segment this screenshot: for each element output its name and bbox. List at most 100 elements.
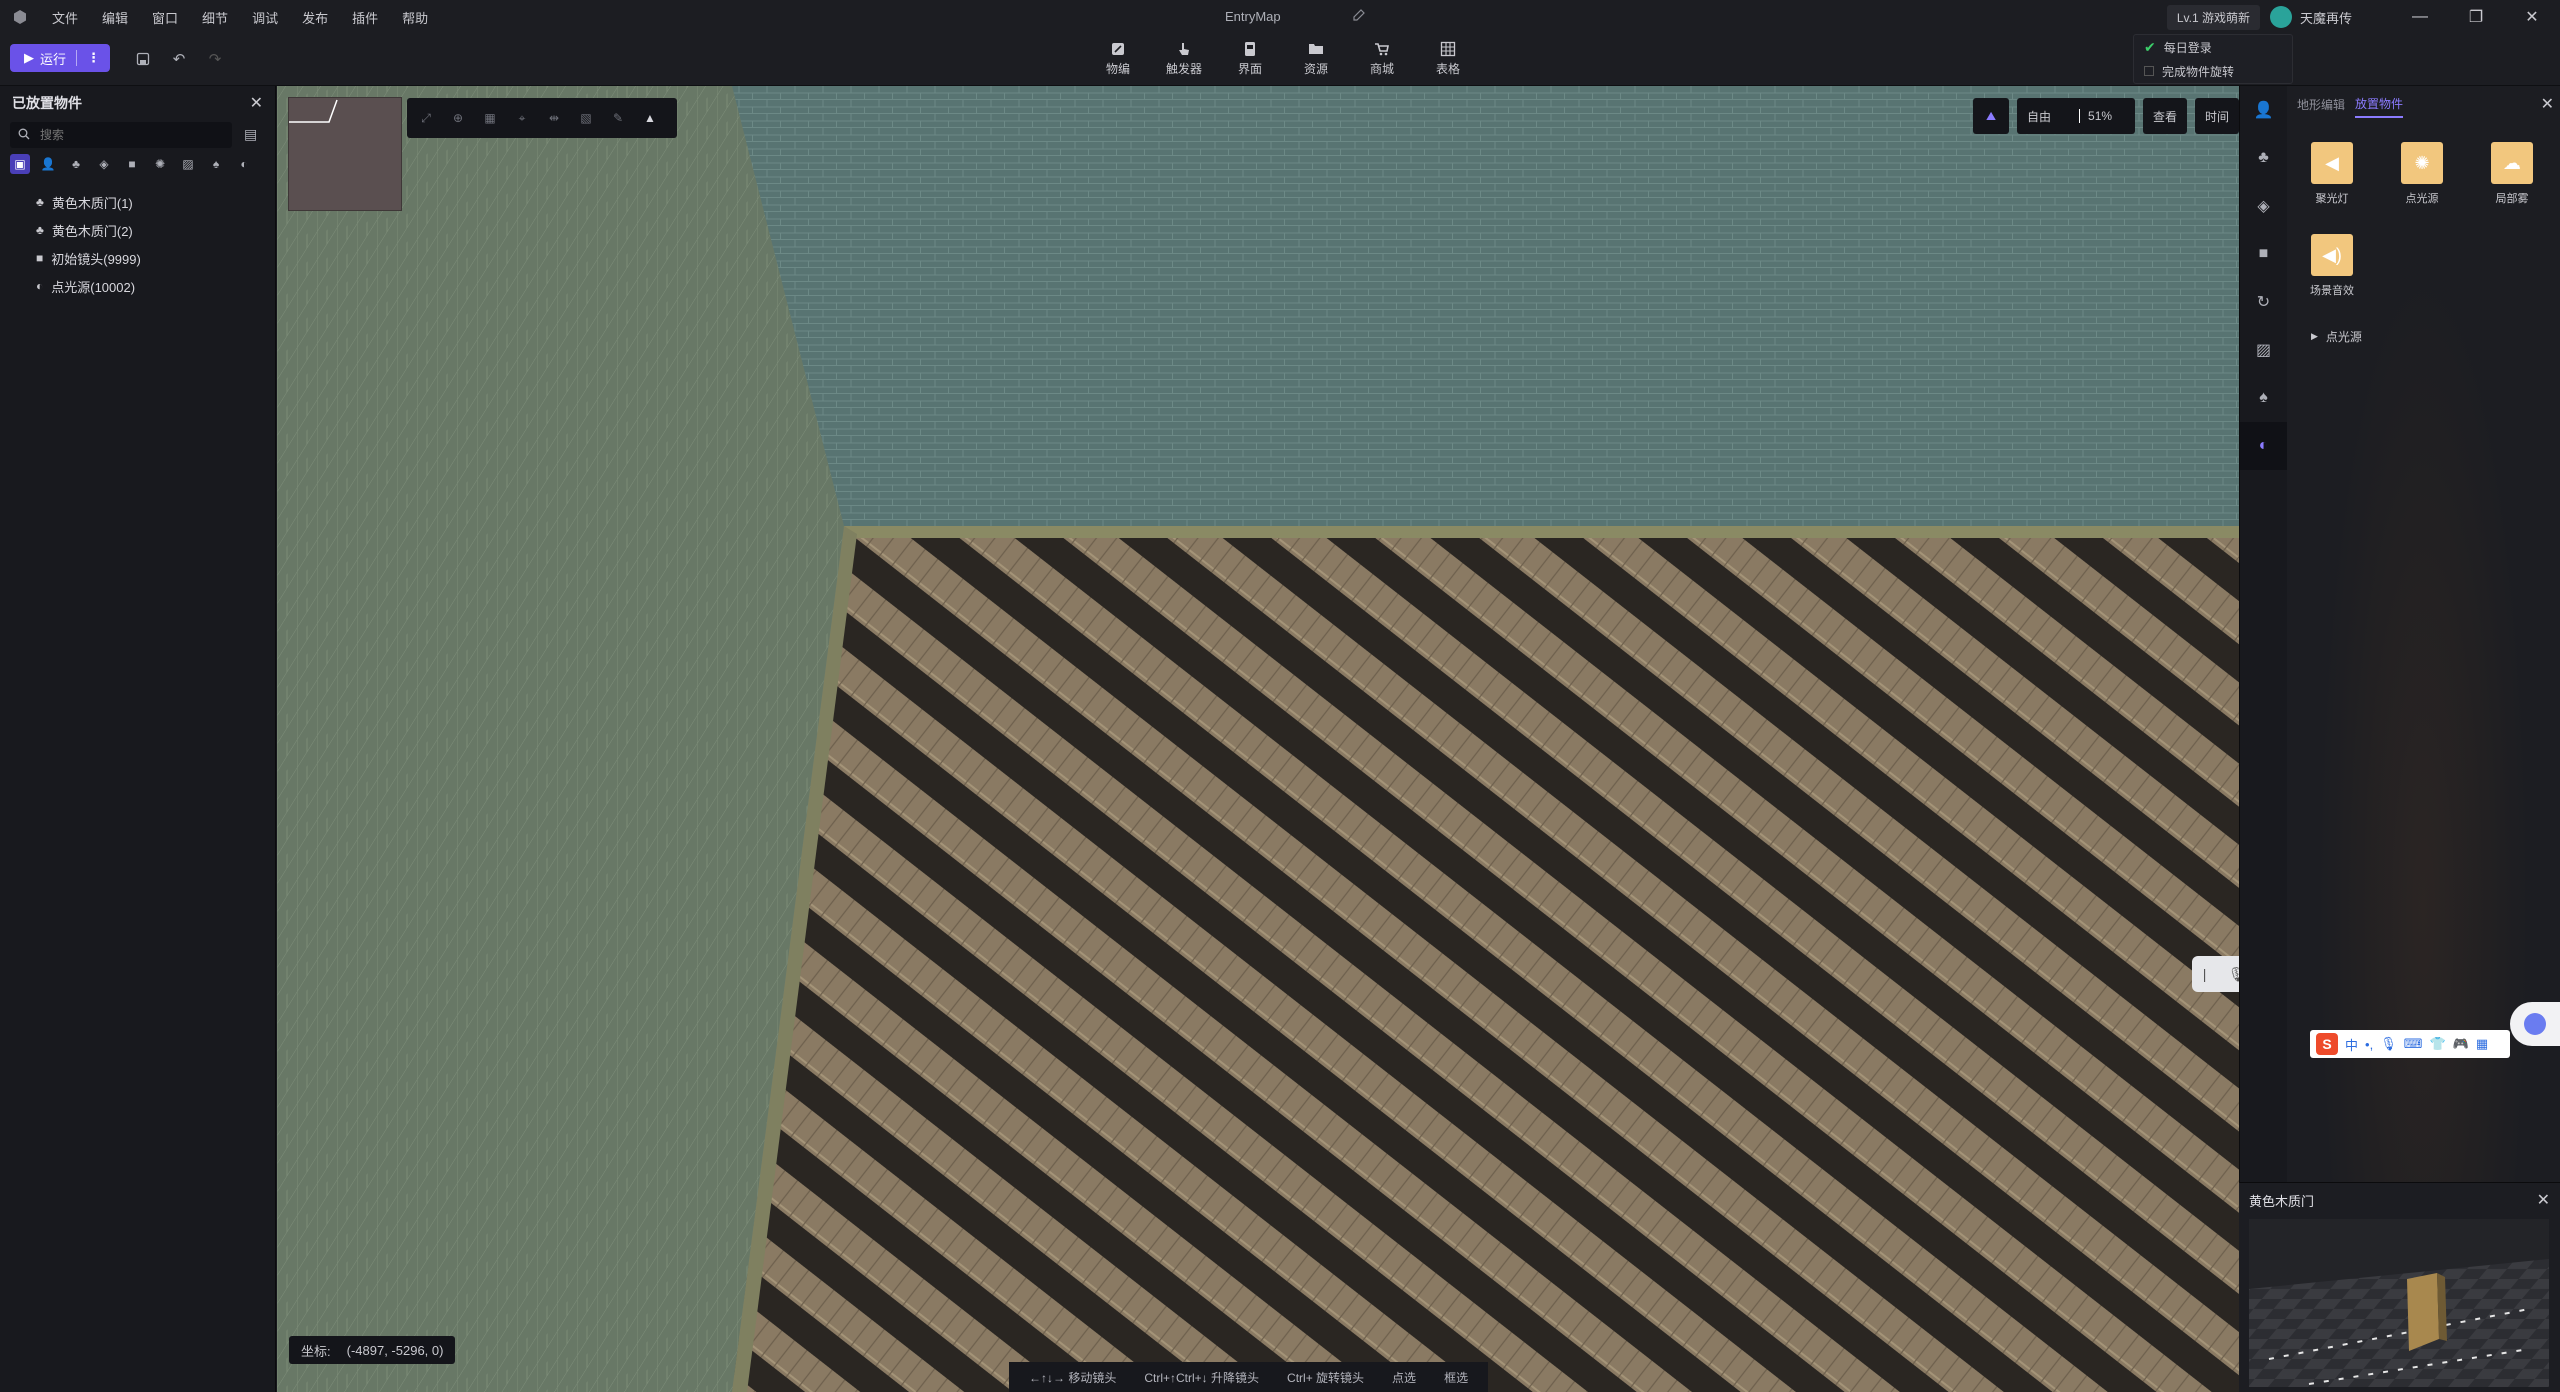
time-button[interactable]: 时间 <box>2195 98 2239 134</box>
filter-light-icon[interactable]: ✺ <box>150 154 170 174</box>
avatar[interactable] <box>2269 6 2292 28</box>
menu-plugins[interactable]: 插件 <box>340 8 390 27</box>
redo-icon[interactable]: ↷ <box>204 48 226 70</box>
ruler-icon[interactable]: ✎ <box>609 109 627 127</box>
edit-title-icon[interactable] <box>1352 8 1366 25</box>
menu-edit[interactable]: 编辑 <box>90 8 140 27</box>
menu-debug[interactable]: 调试 <box>240 8 290 27</box>
username[interactable]: 天魔再传 <box>2300 8 2352 27</box>
zoom-value: 51% <box>2088 109 2113 123</box>
region-icon[interactable]: ▧ <box>577 109 595 127</box>
filter-decor-icon[interactable]: ♠ <box>206 154 226 174</box>
search-input[interactable] <box>40 128 220 142</box>
tree-item[interactable]: ♣ 黄色木质门(2) <box>0 216 276 244</box>
scene-render <box>277 86 2239 1392</box>
view-button[interactable]: 查看 <box>2143 98 2187 134</box>
close-panel-icon[interactable]: ✕ <box>250 93 263 113</box>
fit-view-icon[interactable]: ⤢ <box>417 109 435 127</box>
panel-title: 已放置物件 <box>12 95 82 111</box>
filter-tree-icon[interactable]: ♣ <box>66 154 86 174</box>
filter-item-icon[interactable]: ◈ <box>94 154 114 174</box>
filter-sound-icon[interactable]: ◐ <box>234 154 254 174</box>
asset-local-fog[interactable]: ☁ 局部雾 <box>2467 142 2557 234</box>
preview-panel: 黄色木质门 ✕ <box>2239 1182 2560 1392</box>
daily-task-item[interactable]: ✔ 每日登录 <box>2134 35 2292 59</box>
align-icon[interactable]: ⇹ <box>545 109 563 127</box>
group-filter-icon[interactable]: ▤ <box>244 126 257 143</box>
menu-window[interactable]: 窗口 <box>140 8 190 27</box>
assistant-icon <box>2524 1013 2546 1035</box>
tool-ui[interactable]: 界面 <box>1232 38 1268 77</box>
tool-store[interactable]: 商城 <box>1364 38 1400 77</box>
restore-icon[interactable]: ❐ <box>2448 0 2504 34</box>
scene-viewport[interactable]: ⤢ ⊕ ▦ ⌖ ⇹ ▧ ✎ ▲ ⛰ 自由 51% 查看 时间 坐标: (-489… <box>277 86 2239 1392</box>
cloud-icon: ☁ <box>2491 142 2533 184</box>
tool-resources[interactable]: 资源 <box>1298 38 1334 77</box>
filter-bar: ▣ 👤 ♣ ◈ ■ ✺ ▨ ♠ ◐ <box>10 154 254 174</box>
right-panel-tabs: 地形编辑 放置物件 ✕ <box>2287 86 2560 122</box>
minimize-icon[interactable]: — <box>2392 0 2448 34</box>
menu-bar: 文件 编辑 窗口 细节 调试 发布 插件 帮助 EntryMap Lv.1 游戏… <box>0 0 2560 34</box>
camera-mode-label: 自由 <box>2027 109 2052 124</box>
asset-spotlight[interactable]: ◀ 聚光灯 <box>2287 142 2377 234</box>
close-icon[interactable]: ✕ <box>2504 0 2560 34</box>
terrain-icon[interactable]: ▲ <box>641 109 659 127</box>
daily-task-item[interactable]: 完成物件旋转 <box>2134 59 2292 83</box>
ime-game-icon[interactable]: 🎮 <box>2453 1036 2469 1052</box>
filter-all-icon[interactable]: ▣ <box>10 154 30 174</box>
ime-lang-icon[interactable]: 中 <box>2345 1035 2358 1054</box>
hint-select: 点选 <box>1392 1370 1417 1385</box>
camera-mode-selector[interactable]: 自由 51% <box>2017 98 2135 134</box>
checkbox-empty-icon <box>2144 66 2154 76</box>
level-badge[interactable]: Lv.1 游戏萌新 <box>2166 4 2260 30</box>
filter-camera-icon[interactable]: ■ <box>122 154 142 174</box>
preview-image <box>2249 1219 2549 1387</box>
search-box[interactable] <box>10 122 232 148</box>
ime-keyboard-icon[interactable]: ⌨ <box>2404 1036 2423 1052</box>
light-sound-category-icon[interactable]: ◐ <box>2240 422 2287 470</box>
run-button[interactable]: ▶ 运行 ⋮ <box>10 44 110 72</box>
ime-mic-icon[interactable]: 🎙 <box>2380 1036 2397 1052</box>
ime-skin-icon[interactable]: 👕 <box>2429 1036 2445 1052</box>
menu-help[interactable]: 帮助 <box>390 8 440 27</box>
menu-file[interactable]: 文件 <box>40 8 90 27</box>
grid-icon[interactable]: ▦ <box>481 109 499 127</box>
tree-item[interactable]: ■ 初始镜头(9999) <box>0 244 276 272</box>
run-label: 运行 <box>40 51 67 67</box>
assistant-float-button[interactable] <box>2510 1002 2560 1046</box>
undo-icon[interactable]: ↶ <box>168 48 190 70</box>
save-icon[interactable] <box>132 48 154 70</box>
tab-place-object[interactable]: 放置物件 <box>2355 91 2404 118</box>
unit-icon[interactable]: 👤 <box>2240 86 2287 134</box>
region-category-icon[interactable]: ▨ <box>2240 326 2287 374</box>
target-icon[interactable]: ⌖ <box>513 109 531 127</box>
tool-table[interactable]: 表格 <box>1430 38 1466 77</box>
tree-item[interactable]: ◐ 点光源(10002) <box>0 272 276 300</box>
menu-details[interactable]: 细节 <box>190 8 240 27</box>
camera-mode-icon[interactable]: ⛰ <box>1973 98 2009 134</box>
filter-region-icon[interactable]: ▨ <box>178 154 198 174</box>
tree-item[interactable]: ♣ 黄色木质门(1) <box>0 188 276 216</box>
filter-unit-icon[interactable]: 👤 <box>38 154 58 174</box>
close-panel-icon[interactable]: ✕ <box>2541 94 2554 114</box>
camera-icon: ■ <box>36 251 44 265</box>
minimap[interactable] <box>288 97 402 211</box>
tab-terrain[interactable]: 地形编辑 <box>2297 92 2345 117</box>
asset-group-point-light[interactable]: ▶ 点光源 <box>2311 328 2362 345</box>
camera-category-icon[interactable]: ■ <box>2240 230 2287 278</box>
close-preview-icon[interactable]: ✕ <box>2537 1190 2550 1210</box>
tool-trigger[interactable]: 触发器 <box>1166 38 1202 77</box>
ime-apps-icon[interactable]: ▦ <box>2476 1036 2488 1052</box>
asset-scene-sound[interactable]: ◀) 场景音效 <box>2287 234 2377 326</box>
decoration-category-icon[interactable]: ♠ <box>2240 374 2287 422</box>
path-category-icon[interactable]: ↻ <box>2240 278 2287 326</box>
ime-punct-icon[interactable]: •, <box>2365 1037 2373 1052</box>
tree-category-icon[interactable]: ♣ <box>2240 134 2287 182</box>
item-category-icon[interactable]: ◈ <box>2240 182 2287 230</box>
more-options-icon[interactable]: ⋮ <box>87 50 100 66</box>
pin-icon[interactable]: ⊕ <box>449 109 467 127</box>
tool-object-editor[interactable]: 物编 <box>1100 38 1136 77</box>
asset-point-light[interactable]: ✺ 点光源 <box>2377 142 2467 234</box>
menu-publish[interactable]: 发布 <box>290 8 340 27</box>
ime-toolbar[interactable]: S 中 •, 🎙 ⌨ 👕 🎮 ▦ <box>2310 1030 2510 1058</box>
